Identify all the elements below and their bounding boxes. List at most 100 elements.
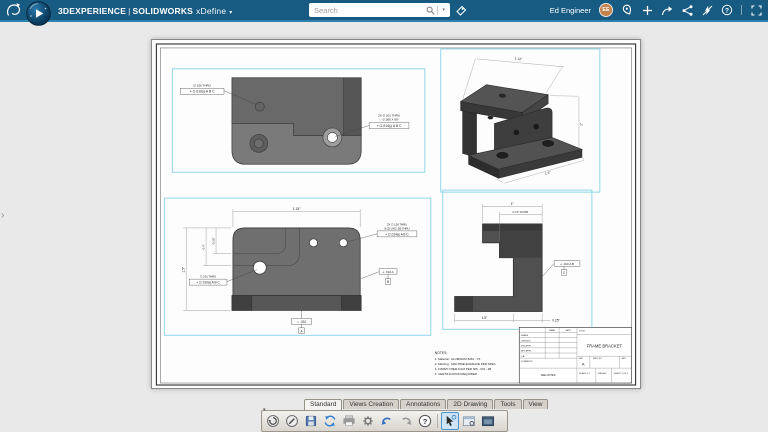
svg-text:8-32 UNC-2B THRU: 8-32 UNC-2B THRU	[384, 226, 409, 230]
share-forward-icon[interactable]	[661, 4, 673, 16]
save-icon[interactable]	[302, 412, 320, 430]
svg-text:DWG. NO.: DWG. NO.	[593, 358, 603, 360]
user-name[interactable]: Ed Engineer	[550, 6, 591, 15]
undo-icon[interactable]	[378, 412, 396, 430]
svg-text:⟂ .010 A B: ⟂ .010 A B	[560, 262, 574, 266]
search-options-chevron-icon[interactable]: ▾	[440, 7, 447, 13]
search-bar[interactable]: ▾	[309, 3, 450, 17]
svg-text:SCALE: 1:1: SCALE: 1:1	[579, 372, 591, 375]
svg-text:⌵ ∅.385 X 90°: ⌵ ∅.385 X 90°	[379, 118, 399, 122]
revision-icon[interactable]	[283, 412, 301, 430]
svg-text:3. FINISH CHEM FILM PER 305 -: 3. FINISH CHEM FILM PER 305 - 001 - #8	[435, 367, 492, 371]
top-view[interactable]: ∅.106 THRU ⌖ ∅.010Ⓜ A B C 2X ∅.201 THRU …	[180, 77, 410, 165]
svg-text:COMMENTS:: COMMENTS:	[521, 361, 533, 363]
svg-text:MFG APPR.: MFG APPR.	[521, 350, 532, 353]
svg-text:CHECKED: CHECKED	[521, 340, 531, 342]
shortcut-slash-icon[interactable]	[701, 4, 713, 16]
side-view[interactable]: 1" 0.73" ±0.005 1.5" 0.25" ⟂ .010 A B C	[454, 202, 581, 323]
redo-icon[interactable]	[397, 412, 415, 430]
tag-icon[interactable]	[454, 4, 468, 18]
brand-3dexperience: 3DEXPERIENCE	[58, 6, 127, 16]
search-input[interactable]	[309, 5, 427, 15]
iso-dim-depth[interactable]: 1.5"	[544, 170, 552, 176]
tab-tools[interactable]: Tools	[494, 399, 522, 409]
top-bar-divider	[741, 5, 742, 15]
top-bar: 3DEXPERIENCE|SOLIDWORKSxDefine▾ ▾ Ed Eng…	[0, 0, 768, 26]
standard-toolbar: ?	[261, 410, 508, 432]
svg-text:∅.106 THRU: ∅.106 THRU	[193, 84, 210, 88]
svg-text:DATE: DATE	[565, 329, 571, 332]
side-dim-wall[interactable]: 0.25"	[552, 319, 559, 323]
add-icon[interactable]	[641, 4, 653, 16]
left-panel-toggle-icon[interactable]: ›	[1, 210, 4, 221]
sync-icon[interactable]	[321, 412, 339, 430]
svg-text:SHEET 1 OF 1: SHEET 1 OF 1	[614, 373, 629, 375]
svg-text:NOTES:: NOTES:	[435, 351, 448, 355]
top-bar-right: Ed Engineer EE ?	[550, 0, 762, 20]
app-title: 3DEXPERIENCE | SOLIDWORKS xDefine ▾	[58, 6, 233, 16]
side-dim-flange[interactable]: 0.73" ±0.005	[512, 210, 528, 214]
svg-text:∅.201 THRU: ∅.201 THRU	[200, 275, 216, 279]
front-dim-flange[interactable]: 0.20"	[212, 237, 216, 244]
iso-dim-height[interactable]: 1"	[579, 122, 583, 126]
toolbar-overflow-chevron-icon[interactable]: ▾	[263, 407, 266, 413]
tab-annotations[interactable]: Annotations	[400, 399, 447, 409]
material-note: SEE NOTES	[541, 373, 556, 377]
drawing-sheet[interactable]: ∅.106 THRU ⌖ ∅.010Ⓜ A B C 2X ∅.201 THRU …	[151, 39, 641, 389]
tab-2d-drawing[interactable]: 2D Drawing	[447, 399, 494, 409]
search-divider	[437, 5, 439, 15]
tab-views-creation[interactable]: Views Creation	[343, 399, 399, 409]
play-compass-badge[interactable]	[26, 1, 51, 26]
svg-text:⟂ .010 A: ⟂ .010 A	[382, 270, 393, 274]
svg-text:?: ?	[725, 7, 729, 14]
fullscreen-icon[interactable]	[750, 4, 762, 16]
panel-options-icon[interactable]	[460, 412, 478, 430]
share-nodes-icon[interactable]	[681, 4, 693, 16]
toolbar-help-icon[interactable]: ?	[416, 412, 434, 430]
svg-text:WEIGHT:: WEIGHT:	[598, 373, 607, 375]
svg-text:▱ .010: ▱ .010	[297, 320, 307, 324]
front-dim-height[interactable]: 1.5"	[182, 266, 186, 273]
iso-view[interactable]: 1.12" 1" 1.5"	[459, 57, 585, 184]
ribbon-tabs: Standard Views Creation Annotations 2D D…	[304, 399, 549, 410]
front-dim-width[interactable]: 1.15"	[293, 207, 302, 211]
drawing-notes[interactable]: NOTES: 1. Material : ALUMINUM 6061 - T6 …	[435, 351, 497, 376]
svg-text:B: B	[387, 280, 389, 284]
svg-text:A: A	[582, 362, 585, 367]
svg-text:SIZE: SIZE	[578, 358, 583, 360]
side-dim-top[interactable]: 1"	[511, 202, 515, 206]
tab-standard[interactable]: Standard	[304, 399, 343, 410]
3ds-compass-logo-icon[interactable]	[5, 2, 22, 24]
search-icon[interactable]	[426, 6, 435, 15]
settings-gear-icon[interactable]	[359, 412, 377, 430]
app-window: 3DEXPERIENCE|SOLIDWORKSxDefine▾ ▾ Ed Eng…	[0, 0, 768, 432]
svg-text:⌖ ∅.014Ⓜ A B C: ⌖ ∅.014Ⓜ A B C	[377, 124, 402, 128]
svg-text:4. CERTIFICATION REQUIRED: 4. CERTIFICATION REQUIRED	[435, 372, 477, 376]
select-tool-icon[interactable]	[441, 412, 459, 430]
print-icon[interactable]	[340, 412, 358, 430]
side-dim-base[interactable]: 1.5"	[482, 316, 488, 320]
svg-text:Q.A.: Q.A.	[521, 355, 525, 358]
title-block: NAME DATE DRAWN CHECKED ENG APPR. MFG AP…	[518, 327, 632, 384]
front-perp-fcf[interactable]: ⟂ .010 A B	[361, 268, 398, 285]
svg-text:DRAWN: DRAWN	[521, 334, 529, 337]
svg-text:NAME: NAME	[549, 329, 555, 332]
toolbar-separator	[437, 414, 438, 428]
side-fcf[interactable]: ⟂ .010 A B C	[542, 260, 581, 277]
svg-text:⌖ ∅.010Ⓜ A B C: ⌖ ∅.010Ⓜ A B C	[190, 90, 215, 94]
front-flat-fcf[interactable]: ▱ .010 A	[291, 310, 312, 334]
help-icon[interactable]: ?	[721, 4, 733, 16]
svg-text:2. Marking : MACHINE ENGRAVE P: 2. Marking : MACHINE ENGRAVE PER SPEC	[435, 362, 497, 366]
display-panel-icon[interactable]	[479, 412, 497, 430]
front-dim-step[interactable]: 0.4"	[202, 244, 206, 249]
front-view[interactable]: 1.15" 1.5" 0.4" 0.20" 2X ∅.136 THRU 8-32…	[182, 207, 418, 334]
svg-text:?: ?	[423, 417, 428, 426]
pin-icon[interactable]	[621, 4, 633, 16]
app-menu-chevron-icon[interactable]: ▾	[229, 10, 232, 16]
tab-view[interactable]: View	[522, 399, 549, 409]
svg-text:1. Material : ALUMINUM 6061 -: 1. Material : ALUMINUM 6061 - T6	[435, 357, 481, 361]
iso-dim-width[interactable]: 1.12"	[514, 57, 523, 62]
lifecycle-icon[interactable]	[264, 412, 282, 430]
avatar[interactable]: EE	[599, 3, 613, 17]
app-name: xDefine	[196, 6, 227, 16]
